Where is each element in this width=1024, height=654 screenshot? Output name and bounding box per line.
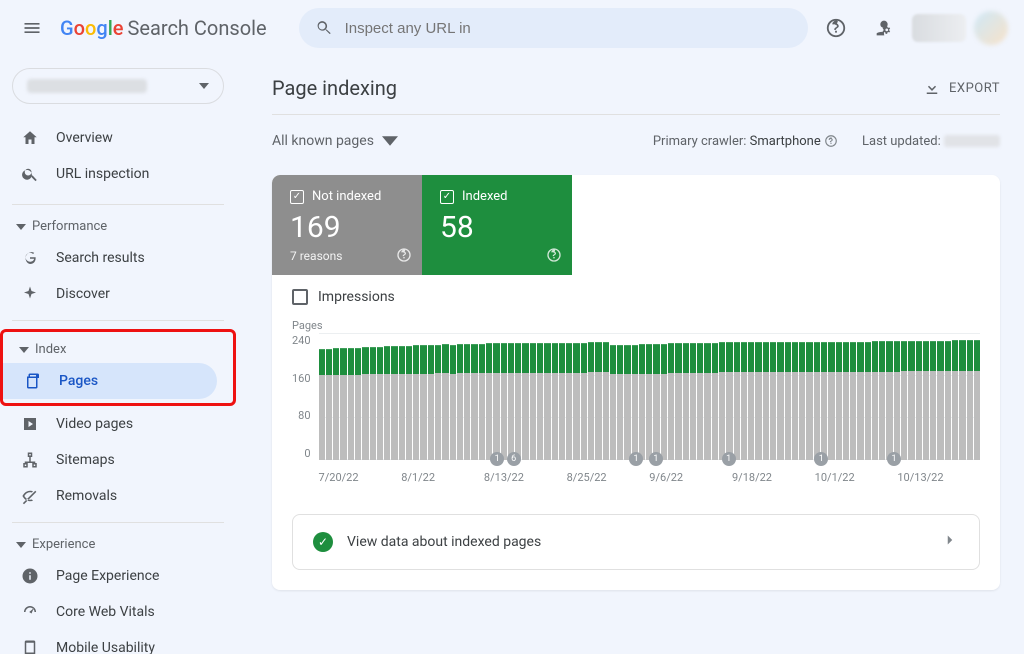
sitemap-icon xyxy=(20,451,40,469)
pages-filter-dropdown[interactable]: All known pages xyxy=(272,133,398,149)
checkbox-checked-icon xyxy=(290,190,304,204)
sidebar-item-label: URL inspection xyxy=(56,166,149,182)
google-logo: Google xyxy=(60,16,124,40)
property-selector[interactable] xyxy=(12,68,224,104)
account-blur xyxy=(912,14,966,42)
group-performance[interactable]: Performance xyxy=(0,213,240,240)
caret-down-icon xyxy=(19,345,29,355)
sidebar-item-mobile-usability[interactable]: Mobile Usability xyxy=(0,630,224,654)
discover-icon xyxy=(20,285,40,303)
sidebar-item-label: Sitemaps xyxy=(56,452,115,468)
main-content: Page indexing EXPORT All known pages Pri… xyxy=(248,56,1024,654)
product-name: Search Console xyxy=(128,16,267,40)
link-card-label: View data about indexed pages xyxy=(347,534,541,550)
people-settings-icon[interactable] xyxy=(864,8,904,48)
chart-markers: 1611111 xyxy=(319,452,980,466)
chevron-down-icon xyxy=(382,133,398,149)
impressions-label: Impressions xyxy=(318,289,395,305)
help-icon[interactable] xyxy=(824,134,838,148)
group-index[interactable]: Index xyxy=(3,336,233,363)
url-inspect-input[interactable] xyxy=(345,20,792,37)
group-experience[interactable]: Experience xyxy=(0,531,240,558)
annotation-highlight: Index Pages xyxy=(0,329,236,406)
y-axis: 240160800 xyxy=(292,334,319,460)
not-indexed-count: 169 xyxy=(290,210,404,245)
view-indexed-pages-link[interactable]: View data about indexed pages xyxy=(292,514,980,570)
sidebar-item-label: Mobile Usability xyxy=(56,640,155,654)
x-axis: 7/20/228/1/228/13/228/25/229/6/229/18/22… xyxy=(319,471,980,484)
chevron-right-icon xyxy=(941,531,959,553)
sidebar-item-url-inspection[interactable]: URL inspection xyxy=(0,156,224,192)
page-experience-icon xyxy=(20,567,40,585)
speed-icon xyxy=(20,603,40,621)
indexing-card: Not indexed 169 7 reasons Indexed 58 Imp… xyxy=(272,175,1000,590)
search-icon xyxy=(20,165,40,183)
sidebar-item-label: Removals xyxy=(56,488,117,504)
download-icon xyxy=(923,79,941,97)
export-label: EXPORT xyxy=(949,81,1000,96)
sidebar-item-label: Discover xyxy=(56,286,110,302)
property-name-blur xyxy=(27,79,147,93)
home-icon xyxy=(20,129,40,147)
sidebar-item-page-experience[interactable]: Page Experience xyxy=(0,558,224,594)
sidebar-item-label: Video pages xyxy=(56,416,133,432)
sidebar-item-label: Overview xyxy=(56,130,113,146)
help-icon[interactable] xyxy=(396,247,412,267)
avatar[interactable] xyxy=(974,11,1008,45)
export-button[interactable]: EXPORT xyxy=(923,79,1000,97)
help-icon[interactable] xyxy=(546,247,562,267)
sidebar-item-search-results[interactable]: Search results xyxy=(0,240,224,276)
tile-not-indexed[interactable]: Not indexed 169 7 reasons xyxy=(272,175,422,275)
sidebar-item-pages[interactable]: Pages xyxy=(3,363,217,399)
logo[interactable]: Google Search Console xyxy=(60,16,267,40)
sidebar-item-label: Pages xyxy=(59,373,98,389)
sidebar-item-label: Page Experience xyxy=(56,568,159,584)
pages-icon xyxy=(23,372,43,390)
removals-icon xyxy=(20,487,40,505)
mobile-icon xyxy=(20,639,40,654)
topbar: Google Search Console xyxy=(0,0,1024,56)
chevron-down-icon xyxy=(199,81,209,91)
sidebar-item-overview[interactable]: Overview xyxy=(0,120,224,156)
check-circle-icon xyxy=(313,532,333,552)
tile-indexed[interactable]: Indexed 58 xyxy=(422,175,572,275)
sidebar-item-discover[interactable]: Discover xyxy=(0,276,224,312)
last-updated-value-blur xyxy=(944,135,1000,147)
filter-label: All known pages xyxy=(272,133,374,149)
primary-crawler: Primary crawler: Smartphone xyxy=(653,134,838,149)
video-icon xyxy=(20,415,40,433)
sidebar-item-removals[interactable]: Removals xyxy=(0,478,224,514)
chart-y-title: Pages xyxy=(292,319,980,332)
sidebar: Overview URL inspection Performance Sear… xyxy=(0,56,248,654)
checkbox-checked-icon xyxy=(440,190,454,204)
checkbox-unchecked-icon xyxy=(292,289,308,305)
sidebar-item-video-pages[interactable]: Video pages xyxy=(0,406,224,442)
impressions-toggle[interactable]: Impressions xyxy=(272,275,1000,319)
search-icon xyxy=(315,19,333,37)
chart-bars xyxy=(319,334,980,460)
sidebar-item-core-web-vitals[interactable]: Core Web Vitals xyxy=(0,594,224,630)
last-updated: Last updated: xyxy=(862,134,1000,149)
chart: Pages 240160800 1611111 7/20/228/1/228/1… xyxy=(272,319,1000,502)
url-inspect-search[interactable] xyxy=(299,8,808,48)
indexed-count: 58 xyxy=(440,210,554,245)
sidebar-item-label: Search results xyxy=(56,250,145,266)
sidebar-item-label: Core Web Vitals xyxy=(56,604,155,620)
sidebar-item-sitemaps[interactable]: Sitemaps xyxy=(0,442,224,478)
not-indexed-sub: 7 reasons xyxy=(290,249,404,263)
caret-down-icon xyxy=(16,222,26,232)
menu-icon[interactable] xyxy=(12,8,52,48)
g-icon xyxy=(20,249,40,267)
caret-down-icon xyxy=(16,540,26,550)
help-icon[interactable] xyxy=(816,8,856,48)
page-title: Page indexing xyxy=(272,76,397,100)
